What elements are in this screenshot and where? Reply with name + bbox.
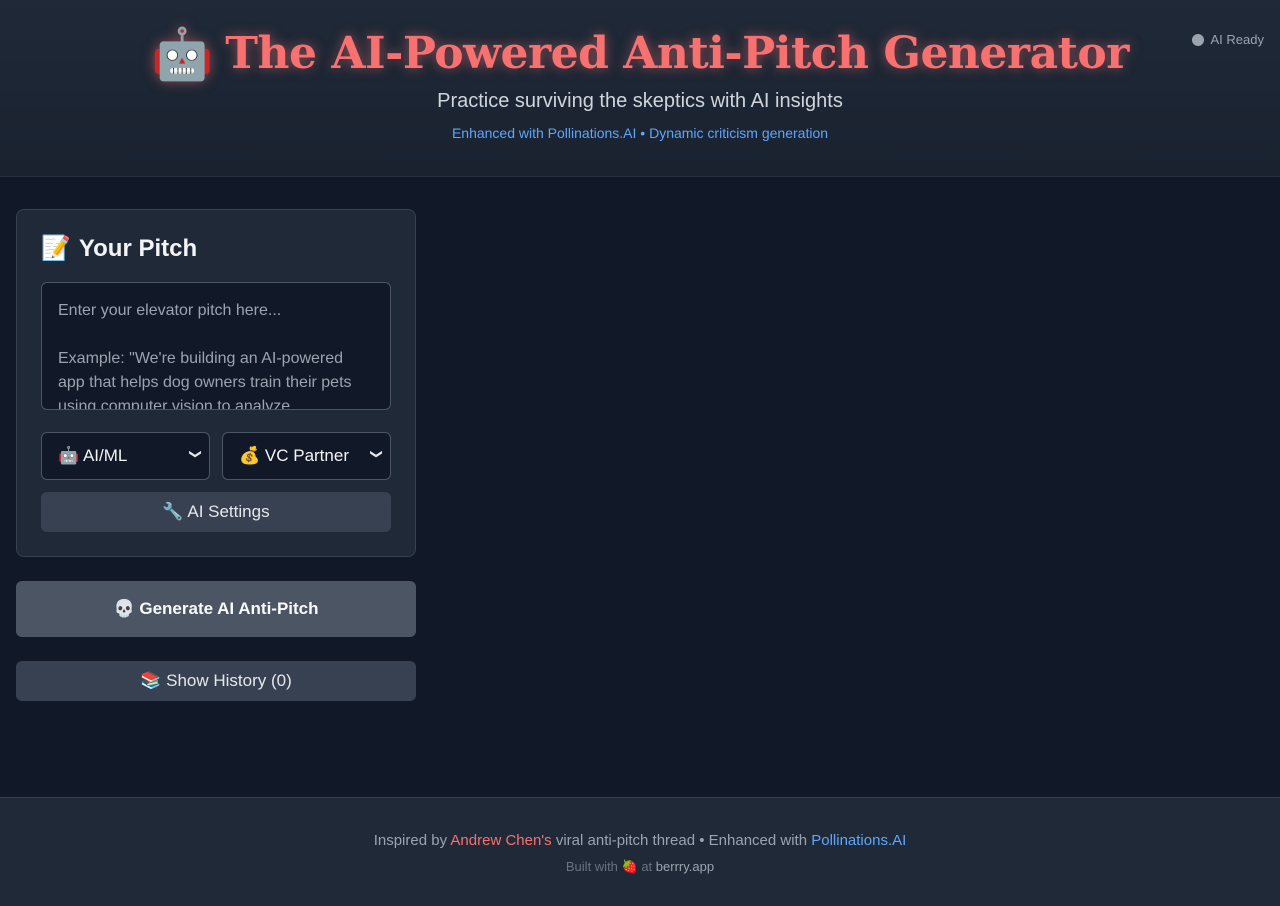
footer-text: Built with <box>565 859 622 874</box>
page-title: The AI-Powered Anti-Pitch Generator <box>225 28 1129 79</box>
strawberry-icon: 🍓 <box>621 859 638 874</box>
footer-built-with: Built with 🍓 at berrry.app <box>0 859 1280 875</box>
generate-anti-pitch-button[interactable]: 💀 Generate AI Anti-Pitch <box>16 581 416 637</box>
pollinations-link[interactable]: Pollinations.AI <box>811 832 906 849</box>
berrry-app-link[interactable]: berrry.app <box>656 859 714 874</box>
footer-text: at <box>637 859 656 874</box>
chevron-down-icon: ❯ <box>188 448 203 460</box>
pitch-card-heading: 📝 Your Pitch <box>41 234 197 263</box>
app-header: AI Ready 🤖 The AI-Powered Anti-Pitch Gen… <box>0 0 1280 177</box>
persona-select-value: 💰 VC Partner <box>239 446 349 465</box>
persona-select[interactable]: 💰 VC Partner ❯ <box>222 432 391 480</box>
app-footer: Inspired by Andrew Chen's viral anti-pit… <box>0 797 1280 906</box>
andrew-chen-link[interactable]: Andrew Chen's <box>450 832 551 849</box>
footer-text: Inspired by <box>373 832 451 849</box>
industry-select[interactable]: 🤖 AI/ML ❯ <box>41 432 210 480</box>
robot-icon: 🤖 <box>151 26 214 82</box>
footer-text: viral anti-pitch thread • Enhanced with <box>551 832 812 849</box>
pitch-textarea[interactable]: Enter your elevator pitch here... Exampl… <box>41 282 391 410</box>
ai-settings-button[interactable]: 🔧 AI Settings <box>41 492 391 532</box>
pitch-card: 📝 Your Pitch Enter your elevator pitch h… <box>16 209 416 557</box>
memo-icon: 📝 <box>41 235 71 262</box>
footer-credits: Inspired by Andrew Chen's viral anti-pit… <box>0 832 1280 849</box>
page-tagline: Enhanced with Pollinations.AI • Dynamic … <box>451 125 829 141</box>
chevron-down-icon: ❯ <box>369 448 384 460</box>
page-subtitle: Practice surviving the skeptics with AI … <box>437 90 843 112</box>
pitch-card-title: Your Pitch <box>78 234 198 262</box>
show-history-button[interactable]: 📚 Show History (0) <box>16 661 416 701</box>
industry-select-value: 🤖 AI/ML <box>58 446 128 465</box>
title-row: 🤖 The AI-Powered Anti-Pitch Generator <box>0 22 1280 86</box>
